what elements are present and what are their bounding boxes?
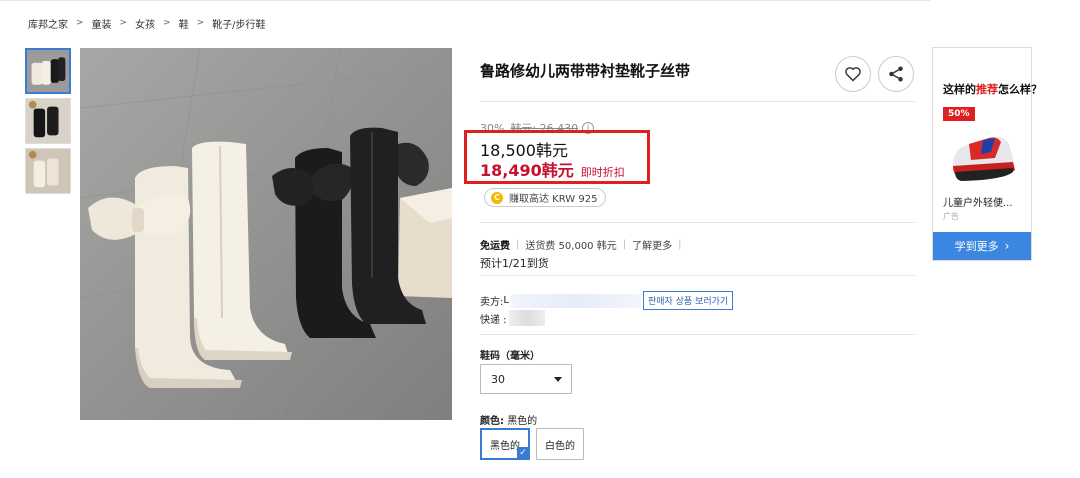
color-options: 黑色的 ✓ 白色的 bbox=[480, 428, 590, 460]
seller-name-prefix: L bbox=[503, 295, 509, 306]
recommendation-title: 这样的推荐怎么样？ bbox=[943, 81, 1042, 97]
thumbnail-list bbox=[25, 48, 71, 198]
express-row: 快递 : bbox=[480, 310, 545, 326]
seller-label: 卖方: bbox=[480, 297, 504, 308]
color-label-key: 颜色: bbox=[480, 416, 504, 427]
divider bbox=[480, 334, 915, 335]
thumbnail-image-white bbox=[26, 149, 70, 193]
recommendation-title-pre: 这样的 bbox=[943, 83, 976, 96]
seller-products-link[interactable]: 판매자 상품 보러가기 bbox=[642, 291, 734, 310]
breadcrumb-separator: > bbox=[76, 18, 84, 28]
separator-bar: | bbox=[622, 239, 627, 250]
size-selected-value: 30 bbox=[491, 372, 505, 386]
size-dropdown[interactable]: 30 bbox=[480, 364, 572, 394]
chevron-right-icon: › bbox=[1004, 239, 1010, 253]
recommendation-panel: 这样的推荐怎么样？ 50% 儿童户外轻便... 广告 学到更多 › bbox=[932, 47, 1042, 261]
share-button[interactable] bbox=[878, 56, 914, 92]
delivery-eta: 预计1/21到货 bbox=[480, 257, 549, 270]
learn-more-link[interactable]: 了解更多 bbox=[632, 237, 672, 252]
seller-row: 卖方: L 판매자 상품 보러가기 bbox=[480, 291, 734, 310]
free-shipping-label: 免运费 bbox=[480, 241, 510, 252]
thumbnail-image-pair bbox=[27, 50, 69, 92]
ad-label: 广告 bbox=[943, 212, 959, 221]
divider bbox=[480, 222, 915, 223]
recommendation-title-highlight: 推荐 bbox=[976, 83, 998, 96]
color-option-black[interactable]: 黑色的 ✓ bbox=[480, 428, 530, 460]
recommended-product-image[interactable] bbox=[945, 118, 1021, 188]
breadcrumb-item-boots[interactable]: 靴子/步行鞋 bbox=[212, 16, 265, 31]
breadcrumb-separator: > bbox=[196, 18, 205, 28]
divider bbox=[480, 275, 915, 276]
top-divider bbox=[0, 0, 930, 1]
recommendation-title-post: 怎么样？ bbox=[998, 83, 1042, 96]
thumbnail-3[interactable] bbox=[25, 148, 71, 194]
product-title: 鲁路修幼儿两带带衬垫靴子丝带 bbox=[480, 62, 691, 80]
color-option-label: 白色的 bbox=[545, 440, 575, 452]
express-value-redacted bbox=[508, 310, 545, 326]
thumbnail-image-black bbox=[26, 99, 70, 143]
learn-more-label: 学到更多 bbox=[954, 240, 999, 253]
thumbnail-2[interactable] bbox=[25, 98, 71, 144]
divider bbox=[480, 101, 915, 102]
seller-name-redacted bbox=[510, 293, 641, 308]
boots-photo bbox=[80, 48, 452, 420]
thumbnail-1[interactable] bbox=[25, 48, 71, 94]
share-icon bbox=[889, 66, 903, 82]
earn-rewards-pill[interactable]: C 赚取高达 KRW 925 bbox=[484, 188, 607, 207]
separator-bar: | bbox=[516, 239, 520, 250]
separator-bar: | bbox=[678, 239, 682, 250]
breadcrumb-item-home[interactable]: 库邦之家 bbox=[28, 16, 68, 31]
coin-icon: C bbox=[491, 191, 503, 204]
learn-more-button[interactable]: 学到更多 › bbox=[933, 232, 1031, 260]
color-label: 颜色: 黑色的 bbox=[480, 412, 537, 427]
express-label: 快递 : bbox=[480, 314, 507, 326]
sale-price-row: 18,490韩元 即时折扣 bbox=[480, 157, 625, 181]
earn-text: 赚取高达 KRW 925 bbox=[509, 194, 598, 205]
breadcrumb-item-girls[interactable]: 女孩 bbox=[135, 16, 155, 31]
shipping-row: 免运费 | 送货费 50,000 韩元 | 了解更多 | bbox=[480, 237, 687, 252]
heart-icon bbox=[845, 67, 861, 82]
sale-price: 18,490韩元 bbox=[480, 161, 574, 180]
caret-down-icon bbox=[554, 377, 562, 382]
recommended-product-name[interactable]: 儿童户外轻便... bbox=[943, 194, 1027, 209]
breadcrumb-item-kids-clothing[interactable]: 童装 bbox=[92, 16, 112, 31]
instant-discount-tag: 即时折扣 bbox=[580, 166, 625, 179]
shipping-fee-note: 送货费 50,000 韩元 bbox=[525, 241, 617, 252]
color-label-value: 黑色的 bbox=[507, 416, 538, 427]
product-main-image[interactable] bbox=[80, 48, 452, 420]
discount-badge: 50% bbox=[943, 107, 975, 121]
wishlist-button[interactable] bbox=[835, 56, 871, 92]
check-icon: ✓ bbox=[517, 447, 529, 459]
breadcrumb-item-shoes[interactable]: 鞋 bbox=[179, 16, 189, 31]
breadcrumb-separator: > bbox=[163, 18, 171, 28]
color-option-label: 黑色的 bbox=[490, 440, 520, 452]
breadcrumb-separator: > bbox=[119, 18, 128, 28]
color-option-white[interactable]: 白色的 bbox=[536, 428, 584, 460]
breadcrumb: 库邦之家 > 童装 > 女孩 > 鞋 > 靴子/步行鞋 bbox=[28, 16, 266, 31]
size-label: 鞋码（毫米） bbox=[480, 351, 540, 362]
